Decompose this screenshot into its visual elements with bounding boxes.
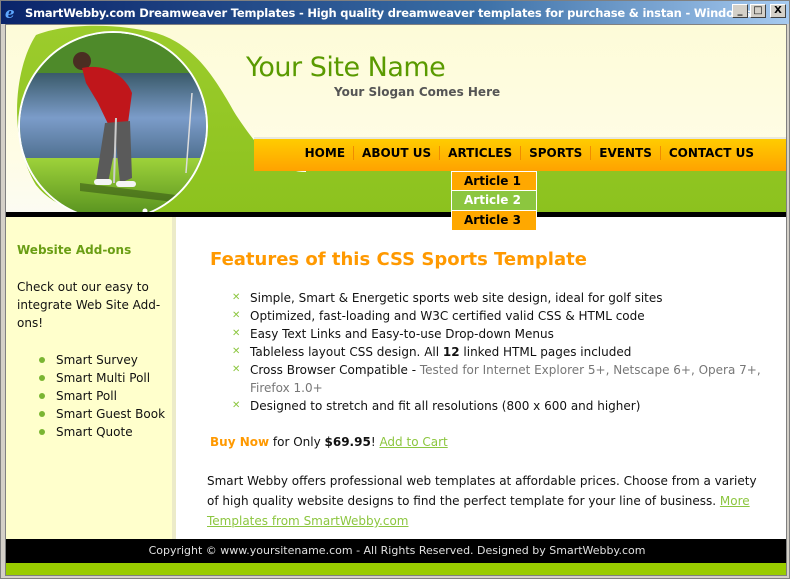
browser-window: e SmartWebby.com Dreamweaver Templates -… [0,0,790,579]
maximize-icon: □ [753,5,763,16]
sidebar: Website Add-ons Check out our easy to in… [6,217,176,539]
minimize-button[interactable]: _ [732,4,748,18]
sidebar-item-label: Smart Quote [56,425,133,439]
bullet-icon [39,429,45,435]
nav-sports[interactable]: SPORTS [521,146,590,160]
x-bullet-icon: ✕ [232,364,241,375]
feature-text: Cross Browser Compatible - [250,363,420,377]
features-list: ✕ Simple, Smart & Energetic sports web si… [232,289,762,415]
articles-dropdown: Article 1 Article 2 Article 3 [451,171,537,231]
site-name[interactable]: Your Site Name [246,52,446,83]
copyright-text: Copyright © www.yoursitename.com - All R… [148,544,646,557]
minimize-icon: _ [737,5,743,16]
bullet-icon [39,411,45,417]
feature-item: ✕ Optimized, fast-loading and W3C certifi… [232,307,762,325]
feature-item: ✕ Cross Browser Compatible - Tested for I… [232,361,762,397]
footer: Copyright © www.yoursitename.com - All R… [6,539,786,563]
close-button[interactable]: X [770,4,786,18]
nav-contact-us[interactable]: CONTACT US [661,146,762,160]
bullet-icon [39,357,45,363]
feature-count: 12 [442,345,460,359]
feature-item: ✕ Easy Text Links and Easy-to-use Drop-do… [232,325,762,343]
sidebar-item-label: Smart Multi Poll [56,371,151,385]
feature-text: linked HTML pages included [459,345,632,359]
sidebar-item-label: Smart Poll [56,389,117,403]
dropdown-article-1[interactable]: Article 1 [451,171,537,191]
buy-line: Buy Now for Only $69.95! Add to Cart [210,435,448,449]
description-paragraph: Smart Webby offers professional web temp… [207,471,767,531]
feature-item: ✕ Tableless layout CSS design. All 12 lin… [232,343,762,361]
sidebar-item-smart-survey[interactable]: Smart Survey [39,351,165,369]
page-title: Features of this CSS Sports Template [210,249,587,270]
feature-text: Easy Text Links and Easy-to-use Drop-dow… [250,327,554,341]
sidebar-text: Check out our easy to integrate Web Site… [17,280,161,330]
golfer-photo [18,31,208,221]
nav-articles[interactable]: ARTICLES [440,146,520,160]
maximize-button[interactable]: □ [750,4,766,18]
page-viewport: Your Site Name Your Slogan Comes Here HO… [5,24,787,576]
window-title: SmartWebby.com Dreamweaver Templates - H… [25,5,751,20]
main-content: Features of this CSS Sports Template ✕ Si… [180,217,786,539]
feature-item: ✕ Simple, Smart & Energetic sports web si… [232,289,762,307]
sidebar-item-smart-multi-poll[interactable]: Smart Multi Poll [39,369,165,387]
nav-events[interactable]: EVENTS [591,146,660,160]
feature-text: Simple, Smart & Energetic sports web sit… [250,291,663,305]
nav-about-us[interactable]: ABOUT US [354,146,439,160]
sidebar-item-smart-guest-book[interactable]: Smart Guest Book [39,405,165,423]
title-bar[interactable]: e SmartWebby.com Dreamweaver Templates -… [1,1,789,24]
feature-text: Tableless layout CSS design. All [250,345,443,359]
x-bullet-icon: ✕ [232,292,241,303]
feature-text: Optimized, fast-loading and W3C certifie… [250,309,645,323]
sidebar-item-label: Smart Survey [56,353,138,367]
description-text: Smart Webby offers professional web temp… [207,474,757,508]
close-icon: X [774,5,782,16]
x-bullet-icon: ✕ [232,400,241,411]
dropdown-article-2[interactable]: Article 2 [451,191,537,211]
site-header: Your Site Name Your Slogan Comes Here HO… [6,25,786,221]
ie-icon: e [5,3,15,22]
dropdown-article-3[interactable]: Article 3 [451,211,537,231]
price: $69.95 [324,435,371,449]
feature-text: Designed to stretch and fit all resoluti… [250,399,641,413]
bullet-icon [39,393,45,399]
main-nav: HOME ABOUT US ARTICLES SPORTS EVENTS CON… [254,137,786,171]
x-bullet-icon: ✕ [232,310,241,321]
nav-home[interactable]: HOME [297,146,353,160]
buy-now-label: Buy Now [210,435,270,449]
sidebar-item-smart-poll[interactable]: Smart Poll [39,387,165,405]
footer-band [6,563,786,575]
x-bullet-icon: ✕ [232,346,241,357]
buy-text: for Only [269,435,325,449]
feature-item: ✕ Designed to stretch and fit all resolut… [232,397,762,415]
site-slogan: Your Slogan Comes Here [334,85,501,99]
golfer-photo-art [20,33,206,219]
sidebar-title: Website Add-ons [17,243,132,257]
sidebar-item-smart-quote[interactable]: Smart Quote [39,423,165,441]
add-to-cart-link[interactable]: Add to Cart [379,435,447,449]
x-bullet-icon: ✕ [232,328,241,339]
sidebar-list: Smart Survey Smart Multi Poll Smart Poll… [39,351,165,441]
sidebar-item-label: Smart Guest Book [56,407,166,421]
bullet-icon [39,375,45,381]
